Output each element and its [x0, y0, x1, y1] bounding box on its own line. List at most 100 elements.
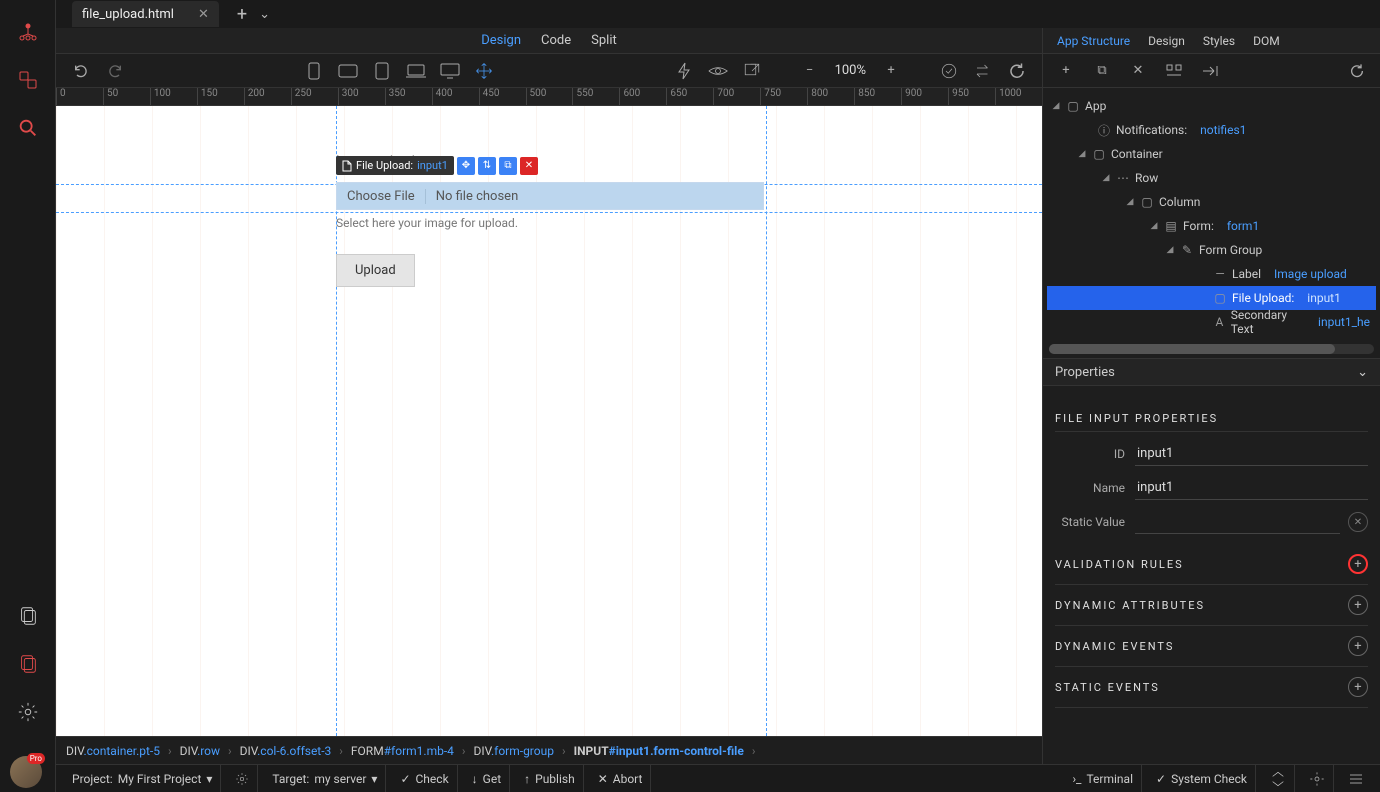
- get-button[interactable]: ↓Get: [464, 765, 510, 792]
- device-tablet-landscape-icon[interactable]: [333, 56, 363, 86]
- upload-button[interactable]: Upload: [336, 254, 415, 287]
- static-value-label: Static Value: [1055, 515, 1125, 529]
- add-dynamic-attr-button[interactable]: +: [1348, 595, 1368, 615]
- chevron-down-icon: ⌄: [1357, 365, 1368, 380]
- properties-panel-header[interactable]: Properties ⌄: [1043, 358, 1380, 386]
- section-file-input-properties: FILE INPUT PROPERTIES: [1055, 412, 1368, 432]
- search-icon[interactable]: [0, 104, 56, 152]
- abort-button[interactable]: ✕Abort: [590, 765, 652, 792]
- publish-button[interactable]: ↑Publish: [516, 765, 584, 792]
- add-node-button[interactable]: +: [1051, 56, 1081, 86]
- tag-delete-button[interactable]: ✕: [520, 157, 538, 175]
- device-mobile-icon[interactable]: [299, 56, 329, 86]
- device-laptop-icon[interactable]: [401, 56, 431, 86]
- tree-node-form[interactable]: ◢▤Form: form1: [1047, 214, 1376, 238]
- terminal-button[interactable]: ›_Terminal: [1064, 765, 1142, 792]
- status-icon-1[interactable]: [1262, 765, 1295, 792]
- settings-icon[interactable]: [0, 688, 56, 736]
- open-browser-icon[interactable]: [737, 56, 767, 86]
- zoom-out-button[interactable]: −: [795, 56, 825, 86]
- design-canvas[interactable]: Image upload File Upload: input1 ✥ ⇅ ⧉ ✕…: [56, 106, 1042, 736]
- app-logo-icon[interactable]: [0, 8, 56, 56]
- refresh-icon[interactable]: [1002, 56, 1032, 86]
- file-icon: [342, 160, 352, 172]
- tree-node-form-group[interactable]: ◢✎Form Group: [1047, 238, 1376, 262]
- check-button[interactable]: ✓Check: [392, 765, 457, 792]
- crumb-3[interactable]: FORM#form1.mb-4: [351, 744, 454, 758]
- duplicate-node-button[interactable]: ⧉: [1087, 56, 1117, 86]
- tabs-menu-icon[interactable]: ⌄: [259, 7, 270, 22]
- add-static-event-button[interactable]: +: [1348, 677, 1368, 697]
- user-avatar[interactable]: Pro: [10, 756, 42, 788]
- refresh-tree-button[interactable]: [1342, 56, 1372, 86]
- tree-node-file-upload[interactable]: ▢File Upload: input1: [1047, 286, 1376, 310]
- view-split[interactable]: Split: [591, 33, 617, 48]
- tree-node-column[interactable]: ◢▢Column: [1047, 190, 1376, 214]
- gear-icon: [235, 772, 249, 786]
- name-label: Name: [1055, 481, 1125, 495]
- choose-file-button[interactable]: Choose File: [337, 189, 426, 204]
- add-dynamic-event-button[interactable]: +: [1348, 636, 1368, 656]
- view-code[interactable]: Code: [541, 33, 571, 48]
- system-check-button[interactable]: ✓System Check: [1148, 765, 1256, 792]
- crumb-5[interactable]: INPUT#input1.form-control-file: [574, 744, 744, 758]
- left-rail: [0, 0, 56, 792]
- tag-move-button[interactable]: ✥: [457, 157, 475, 175]
- project-settings-button[interactable]: [227, 765, 258, 792]
- tabs-bar: file_upload.html ✕ + ⌄: [56, 0, 1380, 28]
- status-icon-2[interactable]: [1301, 765, 1334, 792]
- files-icon[interactable]: [0, 592, 56, 640]
- crumb-4[interactable]: DIV.form-group: [474, 744, 554, 758]
- swap-icon[interactable]: [968, 56, 998, 86]
- redo-button[interactable]: [100, 56, 130, 86]
- static-value-input[interactable]: [1135, 510, 1340, 534]
- tree-node-notifications[interactable]: ⓘNotifications: notifies1: [1047, 118, 1376, 142]
- tree-scrollbar[interactable]: [1049, 344, 1374, 354]
- components-icon[interactable]: [0, 56, 56, 104]
- view-design[interactable]: Design: [481, 33, 521, 48]
- git-icon[interactable]: [0, 640, 56, 688]
- status-icon-3[interactable]: [1340, 765, 1372, 792]
- add-validation-button[interactable]: +: [1348, 554, 1368, 574]
- name-input[interactable]: [1135, 476, 1368, 500]
- structure-tree: ◢▢App ⓘNotifications: notifies1 ◢▢Contai…: [1043, 88, 1380, 340]
- view-mode-bar: Design Code Split: [56, 28, 1042, 54]
- preview-icon[interactable]: [703, 56, 733, 86]
- properties-panel-body: FILE INPUT PROPERTIES ID Name Static Val…: [1043, 386, 1380, 714]
- id-input[interactable]: [1135, 442, 1368, 466]
- tag-copy-button[interactable]: ⧉: [499, 157, 517, 175]
- clear-static-button[interactable]: ✕: [1348, 512, 1368, 532]
- tab-design[interactable]: Design: [1148, 34, 1185, 48]
- tab-app-structure[interactable]: App Structure: [1057, 34, 1130, 48]
- tree-node-app[interactable]: ◢▢App: [1047, 94, 1376, 118]
- move-tool-icon[interactable]: [469, 56, 499, 86]
- file-tab[interactable]: file_upload.html ✕: [72, 1, 219, 27]
- lightning-icon[interactable]: [669, 56, 699, 86]
- tree-node-label[interactable]: —Label Image upload: [1047, 262, 1376, 286]
- file-input-preview[interactable]: Choose File No file chosen: [336, 182, 764, 210]
- tree-node-container[interactable]: ◢▢Container: [1047, 142, 1376, 166]
- move-out-button[interactable]: [1195, 56, 1225, 86]
- new-tab-button[interactable]: +: [237, 4, 247, 25]
- delete-node-button[interactable]: ✕: [1123, 56, 1153, 86]
- wrap-node-button[interactable]: [1159, 56, 1189, 86]
- tab-close-icon[interactable]: ✕: [198, 7, 209, 22]
- crumb-2[interactable]: DIV.col-6.offset-3: [240, 744, 332, 758]
- right-panel-tabs: App Structure Design Styles DOM: [1043, 28, 1380, 54]
- check-circle-icon[interactable]: [934, 56, 964, 86]
- section-dynamic-attributes: DYNAMIC ATTRIBUTES +: [1055, 585, 1368, 626]
- zoom-in-button[interactable]: +: [876, 56, 906, 86]
- crumb-1[interactable]: DIV.row: [180, 744, 220, 758]
- tree-node-row[interactable]: ◢⋯Row: [1047, 166, 1376, 190]
- tree-node-secondary-text[interactable]: ASecondary Text input1_he: [1047, 310, 1376, 334]
- device-tablet-portrait-icon[interactable]: [367, 56, 397, 86]
- id-label: ID: [1055, 447, 1125, 461]
- crumb-0[interactable]: DIV.container.pt-5: [66, 744, 160, 758]
- undo-button[interactable]: [66, 56, 96, 86]
- target-selector[interactable]: Target:my server▾: [264, 765, 386, 792]
- tag-collapse-button[interactable]: ⇅: [478, 157, 496, 175]
- tab-dom[interactable]: DOM: [1253, 34, 1280, 48]
- device-desktop-icon[interactable]: [435, 56, 465, 86]
- tab-styles[interactable]: Styles: [1203, 34, 1235, 48]
- project-selector[interactable]: Project:My First Project▾: [64, 765, 221, 792]
